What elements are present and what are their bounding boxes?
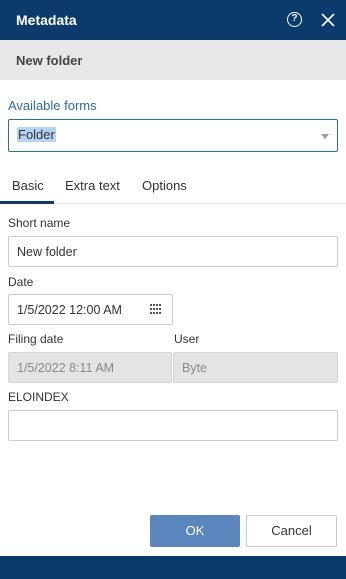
available-forms-select[interactable]: Folder bbox=[8, 119, 338, 152]
tab-options[interactable]: Options bbox=[142, 178, 187, 193]
active-tab-indicator bbox=[0, 201, 54, 204]
eloindex-input[interactable] bbox=[8, 410, 338, 441]
tab-bar: Basic Extra text Options bbox=[0, 172, 346, 204]
date-value: 1/5/2022 12:00 AM bbox=[17, 303, 122, 317]
filing-date-field: 1/5/2022 8:11 AM bbox=[8, 352, 172, 383]
filing-date-value: 1/5/2022 8:11 AM bbox=[17, 361, 115, 375]
available-forms-label: Available forms bbox=[8, 98, 97, 113]
chevron-down-icon[interactable] bbox=[321, 134, 329, 139]
user-label: User bbox=[174, 332, 200, 346]
entry-header: New folder bbox=[0, 40, 346, 80]
tab-extra-text[interactable]: Extra text bbox=[65, 178, 120, 193]
date-input[interactable]: 1/5/2022 12:00 AM bbox=[8, 294, 173, 325]
short-name-input[interactable]: New folder bbox=[8, 236, 338, 267]
date-label: Date bbox=[8, 275, 34, 289]
tab-basic[interactable]: Basic bbox=[12, 178, 44, 193]
close-icon[interactable] bbox=[320, 12, 336, 28]
filing-date-label: Filing date bbox=[8, 332, 64, 346]
user-field: Byte bbox=[173, 352, 338, 383]
dialog-title: Metadata bbox=[16, 12, 77, 28]
selected-form: Folder bbox=[17, 127, 56, 142]
user-value: Byte bbox=[182, 361, 208, 375]
dialog-footer-bar bbox=[0, 556, 346, 579]
ok-button[interactable]: OK bbox=[150, 515, 240, 547]
eloindex-label: ELOINDEX bbox=[8, 390, 69, 404]
short-name-value: New folder bbox=[17, 245, 77, 259]
short-name-label: Short name bbox=[8, 216, 71, 230]
calendar-icon[interactable] bbox=[150, 304, 162, 316]
dialog-titlebar: Metadata ? bbox=[0, 0, 346, 40]
cancel-button[interactable]: Cancel bbox=[246, 515, 337, 547]
entry-name: New folder bbox=[16, 53, 83, 68]
help-icon[interactable]: ? bbox=[287, 12, 302, 27]
